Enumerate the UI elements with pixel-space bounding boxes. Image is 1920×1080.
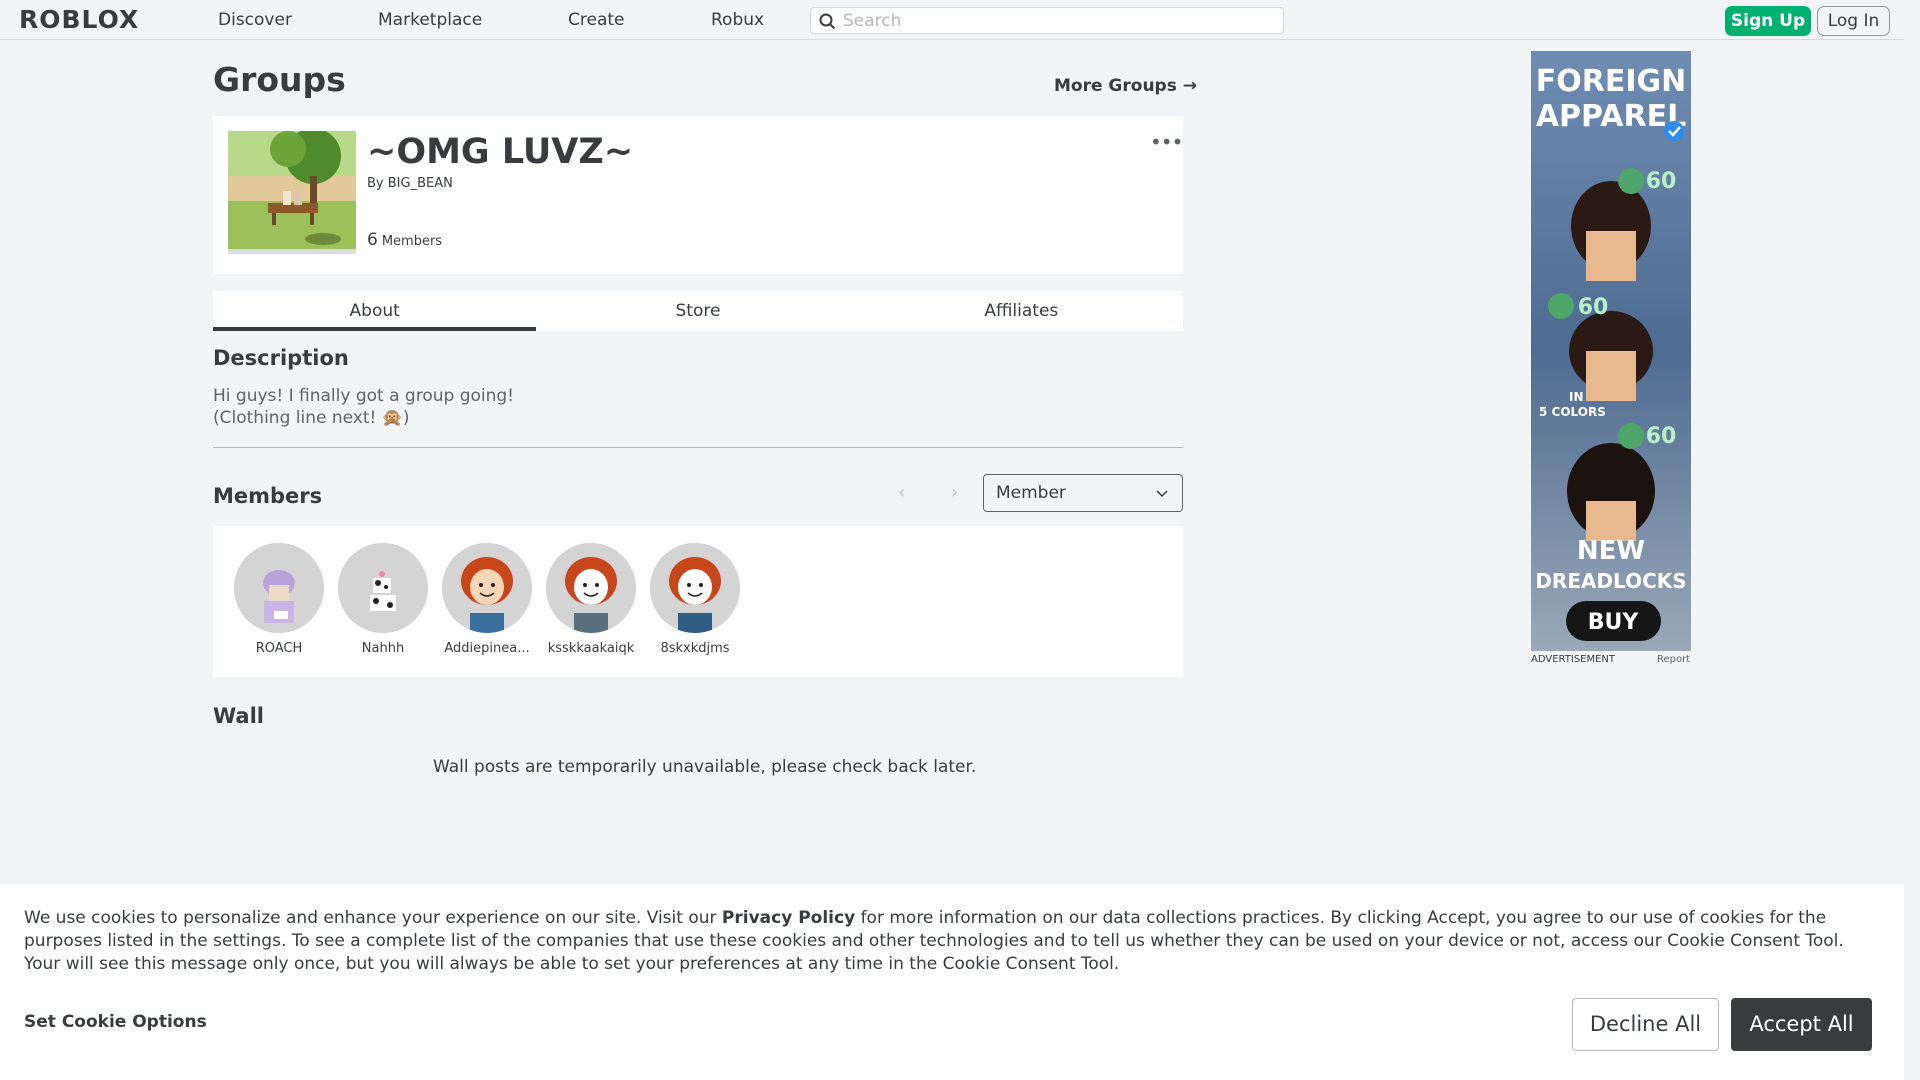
description-text: Hi guys! I finally got a group going! (C…	[213, 386, 514, 428]
by-prefix: By	[367, 176, 384, 191]
search-icon	[819, 13, 836, 30]
chevron-left-icon[interactable]: ‹	[898, 482, 905, 503]
group-owner-link[interactable]: BIG_BEAN	[388, 176, 453, 191]
top-navigation-bar: ROBLOX Discover Marketplace Create Robux…	[0, 0, 1904, 40]
log-in-button[interactable]: Log In	[1817, 6, 1890, 36]
avatar[interactable]	[546, 543, 636, 633]
ad-brand-line2: APPAREL	[1536, 99, 1686, 134]
ad-tag-2: 5 COLORS	[1539, 405, 1606, 419]
set-cookie-options-link[interactable]: Set Cookie Options	[24, 1012, 207, 1032]
wall-unavailable-message: Wall posts are temporarily unavailable, …	[433, 757, 977, 777]
more-dots-icon[interactable]: •••	[1150, 130, 1183, 154]
report-ad-link[interactable]: Report	[1657, 654, 1690, 665]
ad-price-2: 60	[1578, 295, 1609, 320]
nav-marketplace[interactable]: Marketplace	[378, 0, 482, 40]
ad-tag-1: IN	[1569, 390, 1584, 404]
role-select-dropdown[interactable]: Member	[983, 474, 1183, 512]
nav-create[interactable]: Create	[568, 0, 625, 40]
tab-about[interactable]: About	[213, 291, 537, 331]
more-groups-link[interactable]: More Groups →	[1054, 76, 1197, 96]
member-count-label: Members	[381, 234, 443, 249]
group-thumbnail	[228, 131, 356, 254]
advertisement-label: ADVERTISEMENT	[1531, 654, 1616, 665]
nav-discover[interactable]: Discover	[218, 0, 292, 40]
ad-headline-2: DREADLOCKS	[1535, 569, 1686, 593]
avatar[interactable]	[650, 543, 740, 633]
members-list: ROACH Nahhh Addiepinea... ksskkaakaiqk 8…	[213, 526, 1183, 677]
avatar[interactable]	[338, 543, 428, 633]
description-heading: Description	[213, 346, 349, 370]
member-item[interactable]: 8skxkdjms	[645, 543, 745, 656]
group-name: ~OMG LUVZ~	[367, 132, 634, 172]
chevron-down-icon	[1156, 490, 1168, 498]
group-owner-line: By BIG_BEAN	[367, 176, 453, 191]
tab-store[interactable]: Store	[536, 291, 859, 331]
member-name[interactable]: Addiepinea...	[437, 641, 537, 656]
member-item[interactable]: Addiepinea...	[437, 543, 537, 656]
member-item[interactable]: ksskkaakaiqk	[541, 543, 641, 656]
members-heading: Members	[213, 484, 323, 508]
avatar[interactable]	[442, 543, 532, 633]
tab-affiliates[interactable]: Affiliates	[860, 291, 1183, 331]
cookie-consent-text: We use cookies to personalize and enhanc…	[24, 907, 1884, 976]
member-name[interactable]: ksskkaakaiqk	[541, 641, 641, 656]
ad-price-1: 60	[1646, 169, 1677, 194]
advertisement-banner[interactable]: FOREIGN APPAREL 60 60 IN 5 COLORS 60 NEW…	[1531, 51, 1691, 651]
cookie-consent-banner: We use cookies to personalize and enhanc…	[0, 884, 1904, 1080]
member-name[interactable]: ROACH	[229, 641, 329, 656]
ad-brand-line1: FOREIGN	[1536, 64, 1686, 99]
avatar[interactable]	[234, 543, 324, 633]
member-count: 6 Members	[367, 230, 442, 250]
member-name[interactable]: 8skxkdjms	[645, 641, 745, 656]
roblox-logo[interactable]: ROBLOX	[19, 6, 139, 34]
group-tabs: About Store Affiliates	[213, 291, 1183, 331]
page-title: Groups	[213, 60, 346, 99]
member-item[interactable]: Nahhh	[333, 543, 433, 656]
accept-all-button[interactable]: Accept All	[1731, 998, 1872, 1051]
sign-up-button[interactable]: Sign Up	[1725, 6, 1811, 36]
search-input[interactable]	[843, 10, 1273, 31]
search-box[interactable]	[810, 7, 1284, 34]
cookie-text-before: We use cookies to personalize and enhanc…	[24, 908, 722, 928]
role-select-value: Member	[996, 483, 1066, 503]
member-item[interactable]: ROACH	[229, 543, 329, 656]
privacy-policy-link[interactable]: Privacy Policy	[722, 908, 855, 928]
member-name[interactable]: Nahhh	[333, 641, 433, 656]
wall-heading: Wall	[213, 704, 264, 728]
group-header-card: ~OMG LUVZ~ By BIG_BEAN 6 Members •••	[213, 116, 1183, 274]
section-divider	[213, 447, 1183, 448]
ad-price-3: 60	[1646, 424, 1677, 449]
chevron-right-icon[interactable]: ›	[951, 482, 958, 503]
member-count-value: 6	[367, 230, 378, 250]
nav-robux[interactable]: Robux	[711, 0, 764, 40]
decline-all-button[interactable]: Decline All	[1572, 998, 1719, 1051]
ad-headline-1: NEW	[1577, 536, 1645, 566]
ad-cta: BUY	[1588, 610, 1640, 635]
